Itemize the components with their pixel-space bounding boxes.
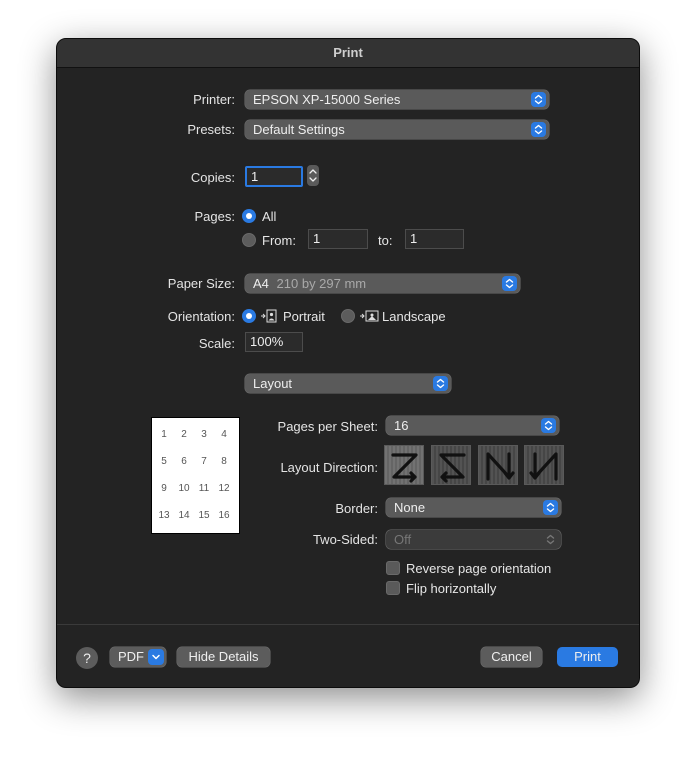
two-sided-select[interactable]: Off (386, 530, 561, 549)
reverse-orientation-label: Reverse page orientation (406, 561, 552, 576)
footer-separator (57, 624, 639, 625)
presets-select[interactable]: Default Settings (245, 120, 549, 139)
portrait-icon (260, 308, 278, 327)
pages-from-label: From: (262, 233, 296, 248)
border-select[interactable]: None (386, 498, 561, 517)
preview-page-number: 3 (201, 429, 207, 440)
presets-value: Default Settings (253, 122, 345, 137)
help-button[interactable]: ? (76, 647, 98, 669)
updown-chevron-icon (543, 500, 558, 515)
printer-label: Printer: (193, 92, 235, 107)
border-label: Border: (335, 501, 378, 516)
z-left-down-icon[interactable] (431, 445, 471, 485)
scale-input[interactable]: 100% (245, 332, 303, 352)
paper-size-dims: 210 by 297 mm (276, 276, 367, 291)
paper-size-select[interactable]: A4 210 by 297 mm (245, 274, 520, 293)
hide-details-button[interactable]: Hide Details (177, 647, 270, 667)
pages-to-input[interactable]: 1 (405, 229, 464, 249)
printer-select[interactable]: EPSON XP-15000 Series (245, 90, 549, 109)
two-sided-label: Two-Sided: (312, 532, 378, 547)
printer-value: EPSON XP-15000 Series (253, 92, 401, 107)
copies-label: Copies: (190, 170, 235, 185)
pages-per-sheet-value: 16 (394, 418, 409, 433)
z-right-down-icon[interactable] (384, 445, 424, 485)
preview-page-number: 12 (218, 483, 230, 494)
portrait-label: Portrait (283, 309, 325, 324)
updown-chevron-icon (531, 122, 546, 137)
pages-all-radio[interactable] (242, 209, 256, 223)
pages-all-label: All (262, 209, 277, 224)
print-button[interactable]: Print (557, 647, 618, 667)
updown-chevron-icon (433, 376, 448, 391)
copies-stepper[interactable] (307, 165, 319, 186)
preview-page-number: 11 (198, 483, 210, 494)
preview-page-number: 7 (201, 456, 207, 467)
layout-direction-label: Layout Direction: (280, 460, 378, 475)
pages-per-sheet-select[interactable]: 16 (386, 416, 559, 435)
cancel-button[interactable]: Cancel (481, 647, 542, 667)
copies-input[interactable]: 1 (245, 166, 303, 187)
stepper-arrows-icon (309, 169, 317, 182)
page-preview: 1 2 3 4 5 6 7 8 9 10 11 12 13 14 15 16 (151, 417, 240, 534)
pages-from-input[interactable]: 1 (308, 229, 368, 249)
window-title: Print (57, 39, 639, 68)
preview-page-number: 13 (158, 510, 170, 521)
print-dialog: Print Printer: EPSON XP-15000 Series Pre… (56, 38, 640, 688)
preview-page-number: 4 (221, 429, 227, 440)
preview-page-number: 6 (181, 456, 187, 467)
orientation-label: Orientation: (167, 309, 235, 324)
updown-chevron-icon (502, 276, 517, 291)
flip-horizontally-checkbox[interactable] (386, 581, 400, 595)
section-select[interactable]: Layout (245, 374, 451, 393)
preview-page-number: 8 (221, 456, 227, 467)
updown-chevron-icon (543, 532, 558, 547)
scale-label: Scale: (198, 336, 235, 351)
landscape-icon (359, 308, 379, 327)
n-down-left-icon[interactable] (524, 445, 564, 485)
preview-page-number: 14 (178, 510, 190, 521)
pages-per-sheet-label: Pages per Sheet: (277, 419, 378, 434)
preview-page-number: 9 (161, 483, 167, 494)
preview-page-number: 15 (198, 510, 210, 521)
preview-page-number: 5 (161, 456, 167, 467)
updown-chevron-icon (531, 92, 546, 107)
n-down-right-icon[interactable] (478, 445, 518, 485)
preview-page-number: 1 (161, 429, 167, 440)
chevron-down-icon (148, 649, 164, 665)
portrait-radio[interactable] (242, 309, 256, 323)
paper-size-label: Paper Size: (167, 276, 235, 291)
landscape-radio[interactable] (341, 309, 355, 323)
section-value: Layout (253, 376, 293, 391)
presets-label: Presets: (187, 122, 235, 137)
pages-range-radio[interactable] (242, 233, 256, 247)
pdf-label: PDF (118, 649, 144, 664)
pdf-menu-button[interactable]: PDF (110, 647, 166, 667)
preview-page-number: 10 (178, 483, 190, 494)
two-sided-value: Off (394, 532, 412, 547)
flip-horizontally-label: Flip horizontally (406, 581, 497, 596)
landscape-label: Landscape (382, 309, 446, 324)
border-value: None (394, 500, 426, 515)
preview-page-number: 16 (218, 510, 230, 521)
pages-to-label: to: (378, 233, 393, 248)
reverse-orientation-checkbox[interactable] (386, 561, 400, 575)
pages-label: Pages: (194, 209, 235, 224)
updown-chevron-icon (541, 418, 556, 433)
paper-size-name: A4 (253, 276, 269, 291)
preview-page-number: 2 (181, 429, 187, 440)
